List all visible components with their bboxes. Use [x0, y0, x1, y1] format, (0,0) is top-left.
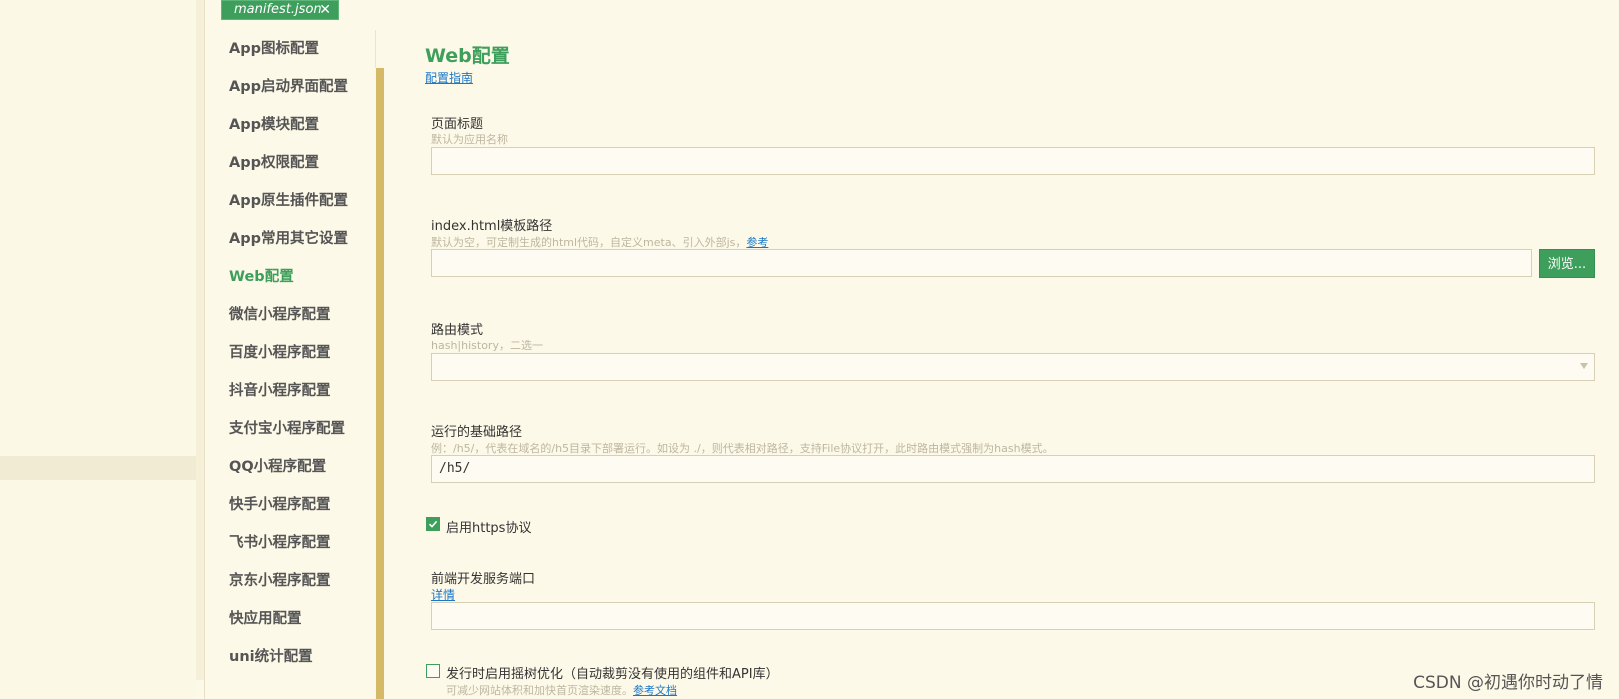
- nav-item-app-other-settings[interactable]: App常用其它设置: [229, 227, 348, 251]
- web-config-panel: Web配置 配置指南 页面标题 默认为应用名称 index.html模板路径 默…: [384, 0, 1619, 699]
- explorer-selected-row[interactable]: [0, 456, 196, 480]
- nav-item-qq-mp[interactable]: QQ小程序配置: [229, 455, 326, 479]
- base-path-hint: 例：/h5/，代表在域名的/h5目录下部署运行。如设为 ./，则代表相对路径，支…: [431, 442, 1054, 455]
- router-mode-hint: hash|history，二选一: [431, 339, 543, 352]
- page-title-input[interactable]: [431, 147, 1595, 175]
- dev-port-details-link[interactable]: 详情: [431, 586, 455, 603]
- checkmark-icon: [428, 520, 438, 528]
- nav-item-app-splash[interactable]: App启动界面配置: [229, 75, 348, 99]
- nav-item-app-icon[interactable]: App图标配置: [229, 37, 319, 61]
- base-path-input[interactable]: /h5/: [431, 455, 1595, 483]
- config-nav: App图标配置 App启动界面配置 App模块配置 App权限配置 App原生插…: [205, 30, 385, 699]
- dev-port-input[interactable]: [431, 602, 1595, 630]
- treeshake-hint-text: 可减少网站体积和加快首页渲染速度。: [446, 684, 633, 697]
- nav-item-wechat-mp[interactable]: 微信小程序配置: [229, 303, 331, 327]
- nav-item-feishu-mp[interactable]: 飞书小程序配置: [229, 531, 331, 555]
- nav-item-douyin-mp[interactable]: 抖音小程序配置: [229, 379, 331, 403]
- file-explorer-pane: [0, 0, 204, 699]
- dev-port-label: 前端开发服务端口: [431, 572, 536, 587]
- nav-item-app-native-plugins[interactable]: App原生插件配置: [229, 189, 348, 213]
- nav-divider: [375, 30, 376, 68]
- close-icon[interactable]: ✕: [319, 1, 331, 19]
- https-label: 启用https协议: [446, 521, 532, 536]
- treeshake-label: 发行时启用摇树优化（自动裁剪没有使用的组件和API库）: [446, 667, 779, 682]
- base-path-label: 运行的基础路径: [431, 425, 523, 440]
- tab-manifest-json[interactable]: manifest.json ✕: [221, 0, 339, 20]
- config-guide-link[interactable]: 配置指南: [425, 69, 473, 86]
- nav-item-uni-stat[interactable]: uni统计配置: [229, 645, 313, 669]
- nav-item-baidu-mp[interactable]: 百度小程序配置: [229, 341, 331, 365]
- explorer-edge-strip: [196, 0, 204, 680]
- nav-item-alipay-mp[interactable]: 支付宝小程序配置: [229, 417, 345, 441]
- template-path-input[interactable]: [431, 249, 1532, 277]
- template-path-label: index.html模板路径: [431, 219, 553, 234]
- treeshake-checkbox[interactable]: [426, 664, 440, 678]
- router-mode-select[interactable]: [431, 353, 1595, 381]
- treeshake-docs-link[interactable]: 参考文档: [633, 684, 677, 697]
- tab-label: manifest.json: [234, 2, 322, 17]
- page-title-hint: 默认为应用名称: [431, 133, 508, 146]
- nav-item-kuaishou-mp[interactable]: 快手小程序配置: [229, 493, 331, 517]
- nav-item-web[interactable]: Web配置: [229, 265, 294, 289]
- router-mode-label: 路由模式: [431, 323, 484, 338]
- csdn-watermark: CSDN @初遇你时动了情: [1413, 673, 1603, 693]
- nav-item-quickapp[interactable]: 快应用配置: [229, 607, 302, 631]
- https-checkbox[interactable]: [426, 517, 440, 531]
- nav-item-app-permissions[interactable]: App权限配置: [229, 151, 319, 175]
- template-path-hint-text: 默认为空，可定制生成的html代码，自定义meta、引入外部js，: [431, 236, 747, 249]
- nav-item-jd-mp[interactable]: 京东小程序配置: [229, 569, 331, 593]
- page-title-label: 页面标题: [431, 117, 484, 132]
- browse-button[interactable]: 浏览...: [1539, 249, 1595, 278]
- treeshake-hint: 可减少网站体积和加快首页渲染速度。参考文档: [446, 682, 677, 698]
- template-reference-link[interactable]: 参考: [746, 236, 768, 249]
- chevron-down-icon: [1580, 363, 1588, 369]
- page-title: Web配置: [425, 45, 510, 67]
- nav-scrollbar[interactable]: [376, 68, 384, 699]
- template-path-hint: 默认为空，可定制生成的html代码，自定义meta、引入外部js，参考: [431, 234, 768, 250]
- nav-item-app-modules[interactable]: App模块配置: [229, 113, 319, 137]
